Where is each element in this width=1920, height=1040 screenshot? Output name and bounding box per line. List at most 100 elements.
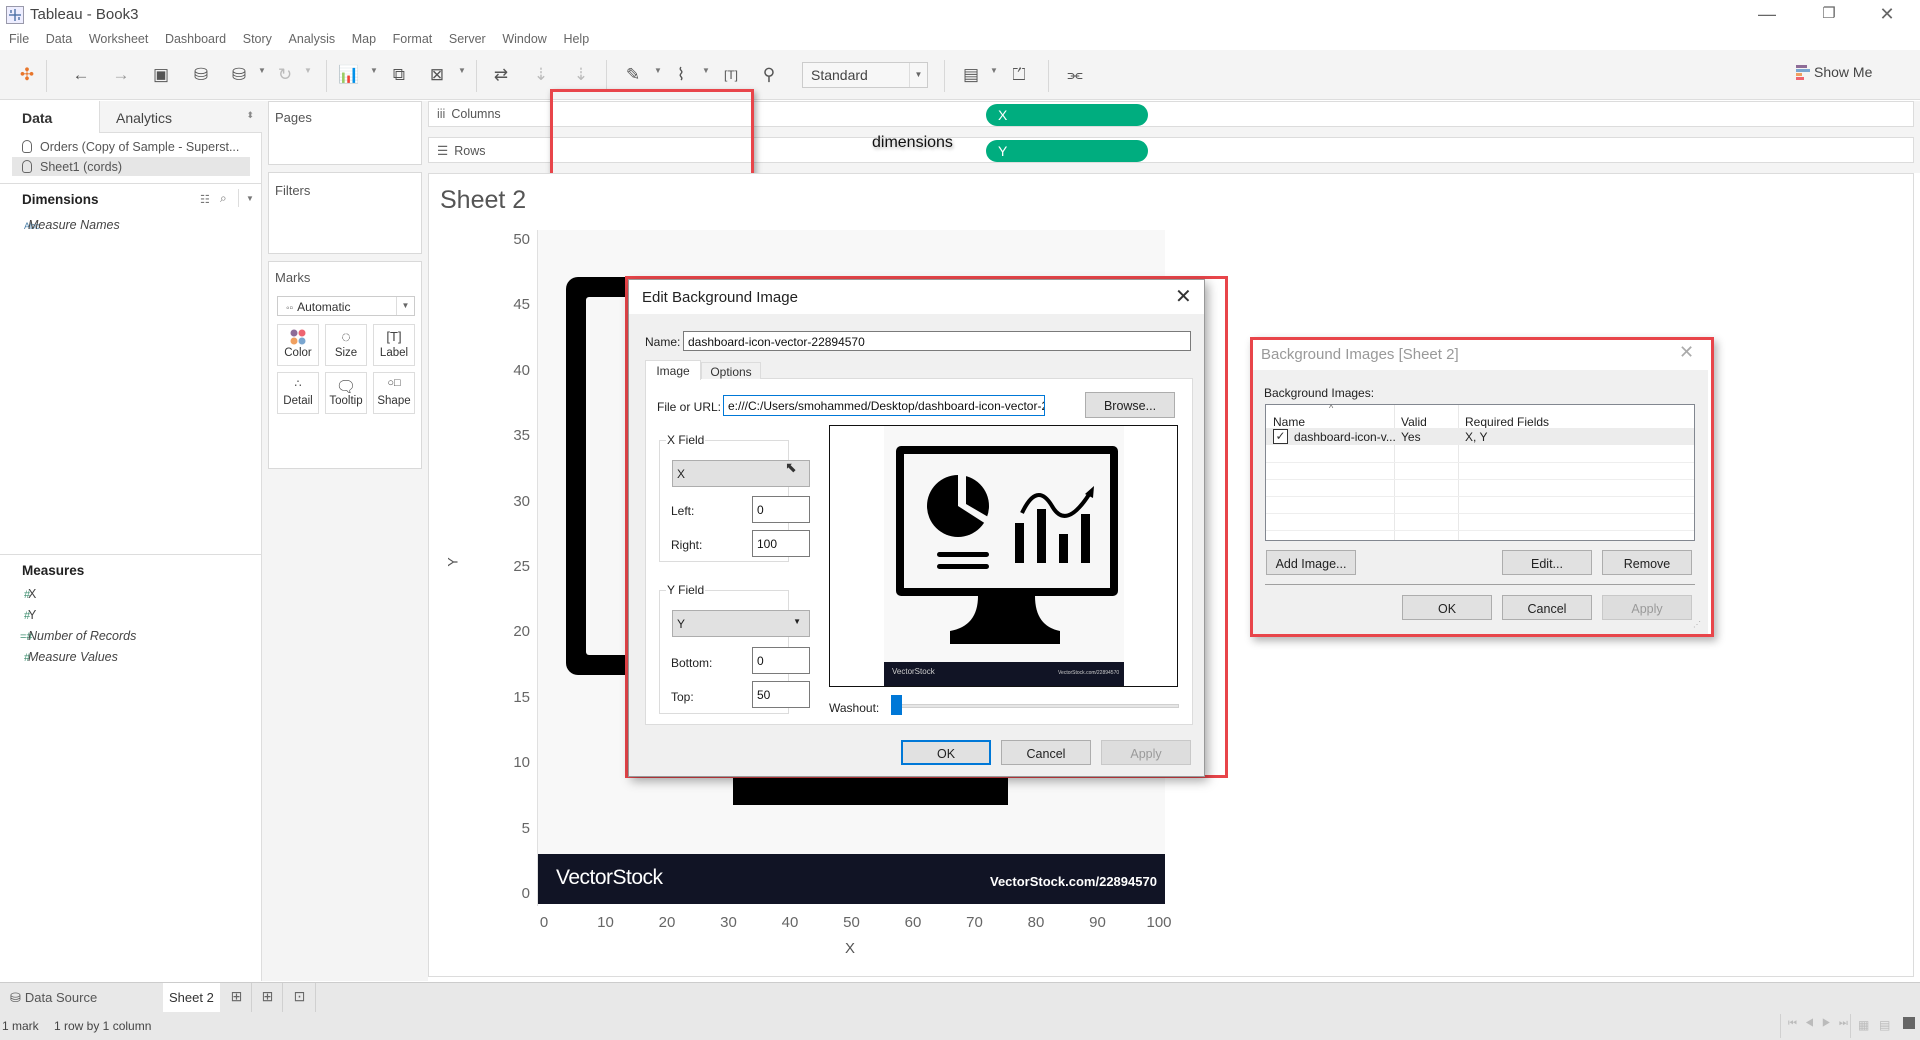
- new-data-source-icon[interactable]: ⛁: [188, 62, 214, 88]
- color-button[interactable]: Color: [277, 324, 319, 366]
- next-sheet-icon[interactable]: ▶: [1822, 1018, 1839, 1029]
- column-header-valid[interactable]: Valid: [1401, 415, 1427, 429]
- mark-type-select[interactable]: ◦▫ Automatic ▼: [277, 296, 415, 316]
- fit-select[interactable]: Standard ▼: [802, 62, 928, 88]
- size-button[interactable]: ◌ Size: [325, 324, 367, 366]
- clear-sheet-icon[interactable]: ⊠: [424, 62, 450, 88]
- menu-worksheet[interactable]: Worksheet: [80, 30, 149, 46]
- bottom-input[interactable]: 0: [752, 647, 810, 674]
- menu-format[interactable]: Format: [384, 30, 433, 46]
- washout-slider-track[interactable]: [891, 704, 1179, 708]
- tab-data[interactable]: Data: [0, 101, 99, 133]
- ok-button[interactable]: OK: [1402, 595, 1492, 620]
- sort-ascending-icon[interactable]: ⇣: [528, 62, 554, 88]
- new-worksheet-icon[interactable]: ⊞: [222, 983, 252, 1012]
- first-sheet-icon[interactable]: ⏮: [1788, 1018, 1805, 1029]
- rows-pill-y[interactable]: Y: [986, 140, 1148, 162]
- data-source-item-selected[interactable]: Sheet1 (cords): [12, 157, 250, 176]
- swap-rows-columns-icon[interactable]: ⇄: [488, 62, 514, 88]
- redo-icon[interactable]: →: [108, 62, 134, 88]
- new-dashboard-icon[interactable]: ⊞: [253, 983, 283, 1012]
- menu-help[interactable]: Help: [554, 30, 589, 46]
- show-labels-icon[interactable]: [T]: [718, 62, 744, 88]
- close-button[interactable]: ✕: [1864, 0, 1910, 30]
- browse-button[interactable]: Browse...: [1085, 392, 1175, 418]
- chevron-down-icon[interactable]: ▼: [458, 66, 466, 75]
- undo-icon[interactable]: ←: [68, 62, 94, 88]
- ok-button[interactable]: OK: [901, 740, 991, 765]
- menu-story[interactable]: Story: [234, 30, 272, 46]
- shape-button[interactable]: ○□ Shape: [373, 372, 415, 414]
- chevron-down-icon[interactable]: ▼: [654, 66, 662, 75]
- remove-button[interactable]: Remove: [1602, 550, 1692, 575]
- washout-slider-thumb[interactable]: [891, 695, 902, 715]
- data-source-item[interactable]: Orders (Copy of Sample - Superst...: [12, 137, 250, 156]
- field-dimension[interactable]: AbcMeasure Names: [0, 218, 120, 239]
- tableau-logo-icon[interactable]: ✣: [14, 62, 40, 88]
- save-icon[interactable]: ▣: [148, 62, 174, 88]
- fix-axes-icon[interactable]: ⚲: [756, 62, 782, 88]
- new-story-icon[interactable]: ⊡: [284, 983, 316, 1012]
- sheet-tab-active[interactable]: Sheet 2: [163, 983, 220, 1012]
- cancel-button[interactable]: Cancel: [1001, 740, 1091, 765]
- highlight-icon[interactable]: ✎: [620, 62, 646, 88]
- last-sheet-icon[interactable]: ⏭: [1839, 1018, 1856, 1029]
- duplicate-sheet-icon[interactable]: ⧉: [386, 62, 412, 88]
- resize-grip-icon[interactable]: ⋰: [1693, 620, 1701, 629]
- close-icon[interactable]: ✕: [1175, 284, 1192, 309]
- sort-descending-icon[interactable]: ⇣: [568, 62, 594, 88]
- show-cards-icon[interactable]: ▤: [958, 62, 984, 88]
- columns-pill-x[interactable]: X: [986, 104, 1148, 126]
- top-input[interactable]: 50: [752, 681, 810, 708]
- name-input[interactable]: dashboard-icon-vector-22894570: [683, 331, 1191, 351]
- show-me-button[interactable]: Show Me: [1796, 64, 1872, 80]
- chevron-down-icon[interactable]: ▼: [370, 66, 378, 75]
- menu-data[interactable]: Data: [37, 30, 72, 46]
- field-measure-values[interactable]: #Measure Values: [0, 650, 118, 671]
- menu-file[interactable]: File: [0, 30, 29, 46]
- view-list-icon[interactable]: ☷: [200, 193, 210, 206]
- menu-analysis[interactable]: Analysis: [280, 30, 336, 46]
- list-row[interactable]: ✓ dashboard-icon-v... Yes X, Y: [1266, 428, 1694, 445]
- show-tabs-icon[interactable]: [1903, 1017, 1915, 1029]
- chevron-down-icon[interactable]: ▼: [258, 66, 266, 75]
- edit-button[interactable]: Edit...: [1502, 550, 1592, 575]
- menu-window[interactable]: Window: [493, 30, 546, 46]
- pause-updates-icon[interactable]: ⛁: [226, 62, 252, 88]
- detail-button[interactable]: ∴ Detail: [277, 372, 319, 414]
- presentation-mode-icon[interactable]: ⏍: [1006, 62, 1032, 88]
- column-header-name[interactable]: Name: [1273, 415, 1305, 429]
- label-button[interactable]: [T] Label: [373, 324, 415, 366]
- new-worksheet-icon[interactable]: 📊: [336, 62, 362, 88]
- sheet-navigation[interactable]: ⏮◀▶⏭: [1788, 1018, 1856, 1029]
- show-sheet-sorter-icon[interactable]: ▦: [1858, 1018, 1869, 1032]
- add-image-button[interactable]: Add Image...: [1266, 550, 1356, 575]
- chevron-down-icon[interactable]: ▼: [304, 66, 312, 75]
- background-images-list[interactable]: ^ Name Valid Required Fields ✓ dashboard…: [1265, 403, 1695, 541]
- search-icon[interactable]: ⌕: [220, 191, 227, 206]
- refresh-icon[interactable]: ↻: [272, 62, 298, 88]
- apply-button[interactable]: Apply: [1602, 595, 1692, 620]
- y-field-select[interactable]: Y ▼: [672, 610, 810, 637]
- chevron-down-icon[interactable]: ▼: [702, 66, 710, 75]
- tooltip-button[interactable]: 🗨 Tooltip: [325, 372, 367, 414]
- share-icon[interactable]: ⫘: [1062, 62, 1088, 88]
- previous-sheet-icon[interactable]: ◀: [1805, 1018, 1822, 1029]
- column-header-required-fields[interactable]: Required Fields: [1465, 415, 1549, 429]
- data-source-tab[interactable]: ⛁ Data Source: [0, 983, 162, 1012]
- group-members-icon[interactable]: ⌇: [668, 62, 694, 88]
- row-checkbox[interactable]: ✓: [1273, 429, 1288, 444]
- menu-map[interactable]: Map: [343, 30, 376, 46]
- close-icon[interactable]: ✕: [1679, 342, 1694, 363]
- menu-dashboard[interactable]: Dashboard: [156, 30, 226, 46]
- pages-card[interactable]: Pages: [268, 101, 422, 165]
- field-measure-y[interactable]: #Y: [0, 608, 36, 629]
- cancel-button[interactable]: Cancel: [1502, 595, 1592, 620]
- field-measure-number-of-records[interactable]: =#Number of Records: [0, 629, 136, 650]
- field-measure-x[interactable]: #X: [0, 587, 36, 608]
- restore-button[interactable]: ❐: [1806, 0, 1852, 30]
- tab-image[interactable]: Image: [645, 360, 701, 380]
- tab-options[interactable]: Options: [701, 362, 761, 379]
- menu-server[interactable]: Server: [440, 30, 486, 46]
- left-input[interactable]: 0: [752, 496, 810, 523]
